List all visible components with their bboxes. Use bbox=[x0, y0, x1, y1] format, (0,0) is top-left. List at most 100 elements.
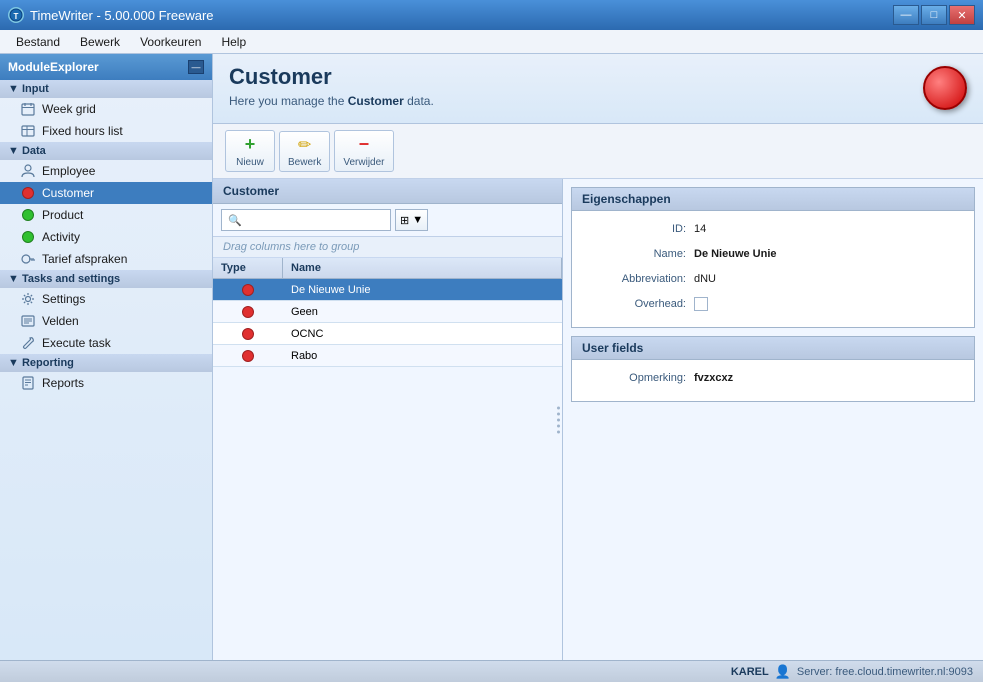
menu-item-bewerk[interactable]: Bewerk bbox=[72, 33, 128, 51]
edit-button[interactable]: ✏ Bewerk bbox=[279, 131, 330, 172]
dropdown-arrow: ▼ bbox=[412, 214, 423, 226]
prop-row-id: ID: 14 bbox=[584, 219, 962, 239]
table-row[interactable]: De Nieuwe Unie bbox=[213, 279, 562, 301]
subtitle-bold: Customer bbox=[348, 94, 404, 108]
splitter-dot bbox=[557, 424, 560, 427]
sidebar-minimize-button[interactable]: — bbox=[188, 60, 204, 74]
table-rows: De Nieuwe Unie Geen bbox=[213, 279, 562, 660]
type-dot-icon bbox=[242, 284, 254, 296]
subtitle-prefix: Here you manage the bbox=[229, 94, 348, 108]
main-layout: ModuleExplorer — ▼ Input Week grid Fixed… bbox=[0, 54, 983, 660]
row-name-cell: Geen bbox=[283, 304, 562, 320]
sidebar-item-execute-task[interactable]: Execute task bbox=[0, 332, 212, 354]
reports-label: Reports bbox=[42, 376, 84, 390]
close-button[interactable]: ✕ bbox=[949, 5, 975, 25]
delete-label: Verwijder bbox=[343, 157, 384, 168]
velden-label: Velden bbox=[42, 314, 79, 328]
velden-icon bbox=[20, 313, 36, 329]
menu-item-help[interactable]: Help bbox=[213, 33, 254, 51]
sidebar-item-reports[interactable]: Reports bbox=[0, 372, 212, 394]
sidebar-title: ModuleExplorer bbox=[8, 60, 99, 74]
type-dot-icon bbox=[242, 328, 254, 340]
sidebar-section-header-reporting[interactable]: ▼ Reporting bbox=[0, 354, 212, 372]
sidebar-item-customer[interactable]: Customer bbox=[0, 182, 212, 204]
overhead-checkbox[interactable] bbox=[694, 297, 708, 311]
subtitle-suffix: data. bbox=[404, 94, 434, 108]
product-dot-icon bbox=[20, 207, 36, 223]
sidebar-item-tarief-afspraken[interactable]: Tarief afspraken bbox=[0, 248, 212, 270]
user-fields-header: User fields bbox=[572, 337, 974, 360]
sidebar-section-header-tasks[interactable]: ▼ Tasks and settings bbox=[0, 270, 212, 288]
customer-panel-header: Customer bbox=[213, 179, 562, 204]
plus-icon: + bbox=[245, 134, 256, 155]
sidebar-section-tasks: ▼ Tasks and settings Settings Velden Exe… bbox=[0, 270, 212, 354]
user-fields-section: User fields Opmerking: fvzxcxz bbox=[571, 336, 975, 402]
table-row[interactable]: OCNC bbox=[213, 323, 562, 345]
customer-dot-icon bbox=[20, 185, 36, 201]
sidebar-item-week-grid[interactable]: Week grid bbox=[0, 98, 212, 120]
menu-item-bestand[interactable]: Bestand bbox=[8, 33, 68, 51]
sidebar-item-activity[interactable]: Activity bbox=[0, 226, 212, 248]
activity-label: Activity bbox=[42, 230, 80, 244]
title-bar-controls: — □ ✕ bbox=[893, 5, 975, 25]
table-row[interactable]: Geen bbox=[213, 301, 562, 323]
title-bar-left: T TimeWriter - 5.00.000 Freeware bbox=[8, 7, 214, 23]
status-server: Server: free.cloud.timewriter.nl:9093 bbox=[797, 666, 973, 678]
menu-bar: Bestand Bewerk Voorkeuren Help bbox=[0, 30, 983, 54]
prop-row-opmerking: Opmerking: fvzxcxz bbox=[584, 368, 962, 388]
new-label: Nieuw bbox=[236, 157, 264, 168]
status-bar: KAREL 👤 Server: free.cloud.timewriter.nl… bbox=[0, 660, 983, 682]
table-icon bbox=[20, 123, 36, 139]
search-input[interactable]: 🔍 bbox=[221, 209, 391, 231]
prop-label-abbreviation: Abbreviation: bbox=[584, 273, 694, 285]
search-bar: 🔍 ⊞ ▼ bbox=[213, 204, 562, 237]
execute-task-label: Execute task bbox=[42, 336, 111, 350]
row-type-cell bbox=[213, 326, 283, 342]
sidebar-section-header-data[interactable]: ▼ Data bbox=[0, 142, 212, 160]
section-data-label: ▼ Data bbox=[8, 145, 46, 157]
user-fields-content: Opmerking: fvzxcxz bbox=[572, 360, 974, 401]
row-name-cell: OCNC bbox=[283, 326, 562, 342]
table-row[interactable]: Rabo bbox=[213, 345, 562, 367]
delete-button[interactable]: − Verwijder bbox=[334, 130, 393, 172]
sidebar-item-velden[interactable]: Velden bbox=[0, 310, 212, 332]
page-title: Customer bbox=[229, 64, 967, 90]
maximize-button[interactable]: □ bbox=[921, 5, 947, 25]
minus-icon: − bbox=[359, 134, 370, 155]
status-person-icon: 👤 bbox=[775, 664, 791, 680]
split-content: Customer 🔍 ⊞ ▼ Drag columns here to grou… bbox=[213, 179, 983, 660]
splitter-dot bbox=[557, 430, 560, 433]
search-icon: 🔍 bbox=[228, 214, 242, 227]
calendar-icon bbox=[20, 101, 36, 117]
activity-dot-icon bbox=[20, 229, 36, 245]
row-name-cell: Rabo bbox=[283, 348, 562, 364]
type-dot-icon bbox=[242, 306, 254, 318]
splitter-dot bbox=[557, 406, 560, 409]
drag-hint: Drag columns here to group bbox=[213, 237, 562, 258]
sidebar-item-fixed-hours-list[interactable]: Fixed hours list bbox=[0, 120, 212, 142]
sidebar: ModuleExplorer — ▼ Input Week grid Fixed… bbox=[0, 54, 213, 660]
search-dropdown[interactable]: ⊞ ▼ bbox=[395, 209, 428, 231]
sidebar-section-input: ▼ Input Week grid Fixed hours list bbox=[0, 80, 212, 142]
fixed-hours-list-label: Fixed hours list bbox=[42, 124, 123, 138]
minimize-button[interactable]: — bbox=[893, 5, 919, 25]
red-circle-indicator bbox=[923, 66, 967, 110]
prop-row-name: Name: De Nieuwe Unie bbox=[584, 244, 962, 264]
right-panel: Eigenschappen ID: 14 Name: De Nieuwe Uni… bbox=[563, 179, 983, 660]
customer-label: Customer bbox=[42, 186, 94, 200]
sidebar-item-employee[interactable]: Employee bbox=[0, 160, 212, 182]
type-dot-icon bbox=[242, 350, 254, 362]
edit-label: Bewerk bbox=[288, 157, 321, 168]
sidebar-item-product[interactable]: Product bbox=[0, 204, 212, 226]
status-user: KAREL bbox=[731, 666, 769, 678]
prop-value-abbreviation: dNU bbox=[694, 273, 716, 285]
row-type-cell bbox=[213, 348, 283, 364]
page-subtitle: Here you manage the Customer data. bbox=[229, 94, 967, 108]
sidebar-item-settings[interactable]: Settings bbox=[0, 288, 212, 310]
sidebar-section-header-input[interactable]: ▼ Input bbox=[0, 80, 212, 98]
splitter-handle[interactable] bbox=[555, 404, 562, 435]
column-header-type: Type bbox=[213, 258, 283, 278]
properties-section: Eigenschappen ID: 14 Name: De Nieuwe Uni… bbox=[571, 187, 975, 328]
new-button[interactable]: + Nieuw bbox=[225, 130, 275, 172]
menu-item-voorkeuren[interactable]: Voorkeuren bbox=[132, 33, 209, 51]
